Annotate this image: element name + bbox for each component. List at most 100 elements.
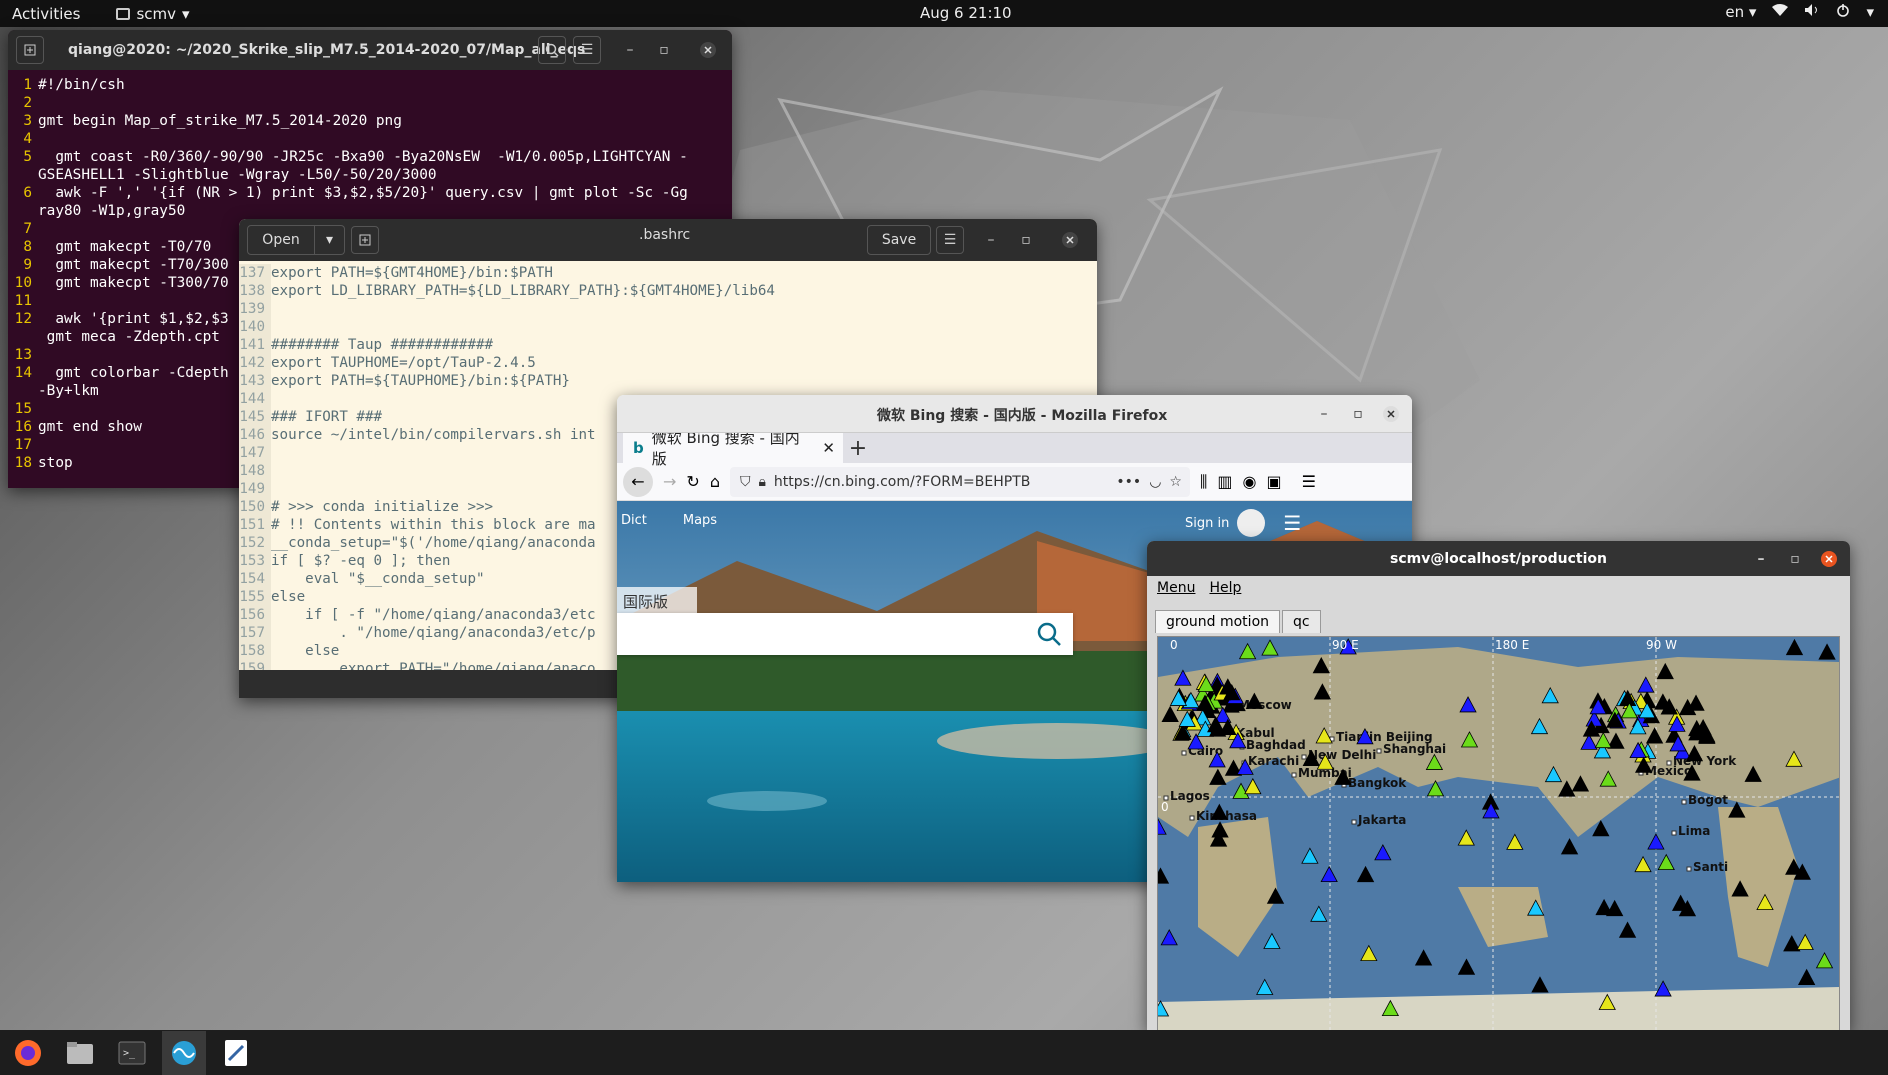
sidebar-icon[interactable]: ▥ [1217, 472, 1232, 491]
minimize-button[interactable]: – [1747, 545, 1775, 573]
url-bar[interactable]: ⛉ 🔒︎ https://cn.bing.com/?FORM=BEHPTB ••… [729, 466, 1190, 497]
maps-link[interactable]: Maps [683, 513, 717, 528]
sign-in-button[interactable]: Sign in ☰ [1185, 509, 1301, 537]
tab-ground-motion[interactable]: ground motion [1155, 610, 1281, 633]
line-text: export LD_LIBRARY_PATH=${LD_LIBRARY_PATH… [271, 283, 775, 299]
close-tab-icon[interactable]: ✕ [822, 439, 835, 457]
line-number: 13 [14, 347, 32, 363]
scmv-titlebar[interactable]: scmv@localhost/production – ▫ [1147, 541, 1850, 576]
maximize-button[interactable]: ▫ [650, 36, 678, 64]
minimize-button[interactable]: – [977, 226, 1005, 254]
maximize-button[interactable]: ▫ [1344, 400, 1372, 428]
line-text: export PATH=${TAUPHOME}/bin:${PATH} [271, 373, 570, 389]
line-number: 149 [239, 480, 271, 498]
firefox-titlebar[interactable]: 微软 Bing 搜索 - 国内版 - Mozilla Firefox – ▫ [617, 395, 1412, 433]
tab-qc[interactable]: qc [1282, 610, 1321, 633]
scmv-app-icon[interactable] [162, 1030, 206, 1075]
new-tab-button[interactable]: + [843, 433, 873, 463]
library-icon[interactable]: ⫼ [1200, 472, 1207, 492]
line-number: 144 [239, 390, 271, 408]
terminal-icon[interactable]: >_ [110, 1031, 154, 1075]
menu-menu[interactable]: Menu [1157, 580, 1195, 596]
pocket-icon[interactable]: ◡ [1149, 474, 1161, 490]
close-button[interactable] [1377, 400, 1405, 428]
line-text: GSEASHELL1 -Slightblue -Wgray -L50/-50/2… [38, 167, 437, 183]
terminal-line: ray80 -W1p,gray50 [8, 202, 732, 220]
editor-line: 139 [239, 300, 1097, 318]
terminal-line: 1 #!/bin/csh [8, 76, 732, 94]
scmv-tabs: ground motion qc [1147, 610, 1850, 633]
terminal-line: 3 gmt begin Map_of_strike_M7.5_2014-2020 … [8, 112, 732, 130]
search-icon[interactable] [1036, 621, 1062, 651]
terminal-line: 4 [8, 130, 732, 148]
firefox-title: 微软 Bing 搜索 - 国内版 - Mozilla Firefox [877, 408, 1168, 424]
search-button[interactable] [538, 36, 566, 64]
avatar-icon [1237, 509, 1266, 537]
line-text: gmt meca -Zdepth.cpt [38, 329, 220, 345]
hamburger-menu-icon[interactable]: ☰ [573, 36, 601, 64]
dict-link[interactable]: Dict [621, 513, 647, 528]
help-menu[interactable]: Help [1209, 580, 1241, 596]
open-dropdown-chevron-down-icon[interactable]: ▾ [315, 225, 345, 255]
text-editor-icon[interactable] [214, 1031, 258, 1075]
close-button[interactable] [1056, 226, 1084, 254]
files-icon[interactable] [58, 1031, 102, 1075]
city-label: Bangkok [1348, 776, 1407, 790]
power-icon[interactable] [1836, 3, 1850, 21]
city-label: Moscow [1238, 698, 1292, 712]
new-tab-button[interactable] [16, 36, 44, 64]
close-button[interactable] [1815, 545, 1843, 573]
bookmark-star-icon[interactable]: ☆ [1169, 474, 1182, 490]
intl-tab[interactable]: 国际版 [617, 587, 697, 613]
tab-bing[interactable]: b 微软 Bing 搜索 - 国内版 ✕ [623, 429, 843, 468]
volume-icon[interactable] [1804, 3, 1820, 21]
hamburger-menu-icon[interactable]: ☰ [936, 226, 964, 254]
world-map[interactable]: Moscow Kabul Cairo Baghdad Karachi New Delhi M… [1157, 636, 1840, 1031]
minimize-button[interactable]: – [616, 36, 644, 64]
open-button[interactable]: Open [247, 225, 315, 255]
hamburger-menu-icon[interactable]: ☰ [1283, 511, 1301, 535]
app-menu-icon[interactable]: ☰ [1302, 472, 1316, 491]
page-actions-icon[interactable]: ••• [1116, 474, 1141, 490]
line-text: __conda_setup="$('/home/qiang/anaconda [271, 535, 596, 551]
firefox-icon[interactable] [6, 1031, 50, 1075]
line-number: 140 [239, 318, 271, 336]
line-text: ### IFORT ### [271, 409, 383, 425]
new-document-button[interactable] [351, 226, 379, 254]
search-box[interactable] [617, 613, 1073, 655]
terminal-line: GSEASHELL1 -Slightblue -Wgray -L50/-50/2… [8, 166, 732, 184]
line-number: 14 [14, 365, 32, 381]
language-indicator[interactable]: en ▾ [1725, 3, 1756, 21]
back-button[interactable]: ← [623, 466, 653, 497]
app-menu[interactable]: scmv ▾ [116, 4, 190, 23]
account-icon[interactable]: ◉ [1242, 472, 1256, 491]
line-text: export PATH=${GMT4HOME}/bin:$PATH [271, 265, 553, 281]
shield-icon[interactable]: ⛉ [740, 474, 751, 490]
scmv-window[interactable]: scmv@localhost/production – ▫ Menu Help … [1147, 541, 1850, 1031]
system-menu-caret-icon[interactable]: ▾ [1866, 3, 1874, 21]
city-label: Shanghai [1383, 742, 1446, 756]
gedit-titlebar[interactable]: Open ▾ .bashrc Save ☰ – ▫ [239, 219, 1097, 261]
activities-button[interactable]: Activities [12, 5, 80, 23]
wifi-icon[interactable] [1772, 3, 1789, 21]
line-number: 10 [14, 275, 32, 291]
maximize-button[interactable]: ▫ [1012, 226, 1040, 254]
home-icon[interactable]: ⌂ [710, 472, 720, 491]
terminal-line: 6 awk -F ',' '{if (NR > 1) print $3,$2,$… [8, 184, 732, 202]
line-text: if [ -f "/home/qiang/anaconda3/etc [271, 607, 596, 623]
minimize-button[interactable]: – [1310, 400, 1338, 428]
close-button[interactable] [694, 36, 722, 64]
extension-icon[interactable]: ▣ [1266, 472, 1281, 491]
line-number [8, 202, 38, 220]
clock[interactable]: Aug 6 21:10 [920, 4, 1012, 22]
line-text: export TAUPHOME=/opt/TauP-2.4.5 [271, 355, 536, 371]
city-marker [1686, 866, 1692, 872]
maximize-button[interactable]: ▫ [1781, 545, 1809, 573]
terminal-titlebar[interactable]: qiang@2020: ~/2020_Skrike_slip_M7.5_2014… [8, 30, 732, 70]
forward-button[interactable]: → [663, 472, 676, 491]
line-text: gmt coast -R0/360/-90/90 -JR25c -Bxa90 -… [38, 149, 688, 165]
app-name: scmv [136, 4, 176, 23]
save-button[interactable]: Save [867, 225, 931, 255]
line-number: 153 [239, 552, 271, 570]
reload-icon[interactable]: ↻ [686, 472, 699, 491]
